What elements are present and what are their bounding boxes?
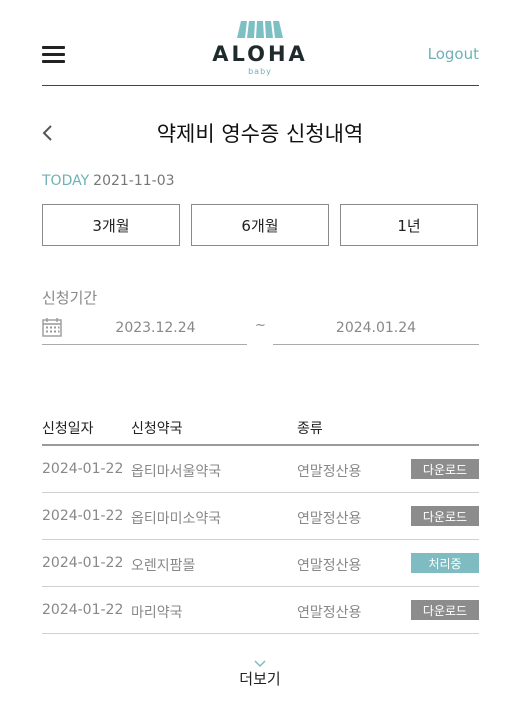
logo: ALOHA baby	[200, 16, 320, 82]
row-pharmacy: 마리약국	[131, 605, 183, 621]
start-date-field[interactable]: 2023.12.24	[42, 312, 247, 345]
row-date: 2024-01-22	[42, 508, 124, 524]
page-title: 약제비 영수증 신청내역	[156, 122, 364, 146]
column-header-date: 신청일자	[42, 421, 94, 437]
table-row: 2024-01-22 옵티마미소약국 연말정산용 다운로드	[42, 493, 479, 540]
logo-mark-icon	[237, 21, 283, 38]
chevron-down-icon	[254, 660, 266, 668]
table-row: 2024-01-22 옵티마서울약국 연말정산용 다운로드	[42, 446, 479, 493]
download-button[interactable]: 다운로드	[411, 506, 479, 526]
period-1year-button[interactable]: 1년	[340, 204, 478, 246]
row-date: 2024-01-22	[42, 555, 124, 571]
period-6months-button[interactable]: 6개월	[191, 204, 329, 246]
processing-badge: 처리중	[411, 553, 479, 573]
row-date: 2024-01-22	[42, 461, 124, 477]
row-type: 연말정산용	[297, 464, 362, 480]
column-header-pharmacy: 신청약국	[131, 421, 183, 437]
column-header-type: 종류	[297, 421, 323, 437]
logout-link[interactable]: Logout	[428, 45, 479, 63]
logo-text: ALOHA	[212, 42, 308, 66]
table-row: 2024-01-22 오렌지팜몰 연말정산용 처리중	[42, 540, 479, 587]
period-3months-button[interactable]: 3개월	[42, 204, 180, 246]
end-date-field[interactable]: 2024.01.24	[273, 312, 479, 345]
download-button[interactable]: 다운로드	[411, 600, 479, 620]
row-type: 연말정산용	[297, 605, 362, 621]
row-pharmacy: 오렌지팜몰	[131, 558, 196, 574]
today-label: TODAY	[42, 173, 90, 189]
header-divider	[42, 85, 479, 86]
row-type: 연말정산용	[297, 511, 362, 527]
row-pharmacy: 옵티마미소약국	[131, 511, 222, 527]
row-type: 연말정산용	[297, 558, 362, 574]
load-more-button[interactable]: 더보기	[0, 660, 520, 689]
today-date: 2021-11-03	[93, 173, 175, 189]
logo-subtext: baby	[248, 67, 272, 76]
date-range-separator: ~	[255, 318, 266, 333]
row-date: 2024-01-22	[42, 602, 124, 618]
today-info: TODAY 2021-11-03	[42, 173, 175, 189]
table-row: 2024-01-22 마리약국 연말정산용 다운로드	[42, 587, 479, 634]
download-button[interactable]: 다운로드	[411, 459, 479, 479]
load-more-label: 더보기	[239, 670, 281, 688]
menu-icon[interactable]	[42, 44, 66, 64]
row-pharmacy: 옵티마서울약국	[131, 464, 222, 480]
range-label: 신청기간	[42, 289, 98, 307]
